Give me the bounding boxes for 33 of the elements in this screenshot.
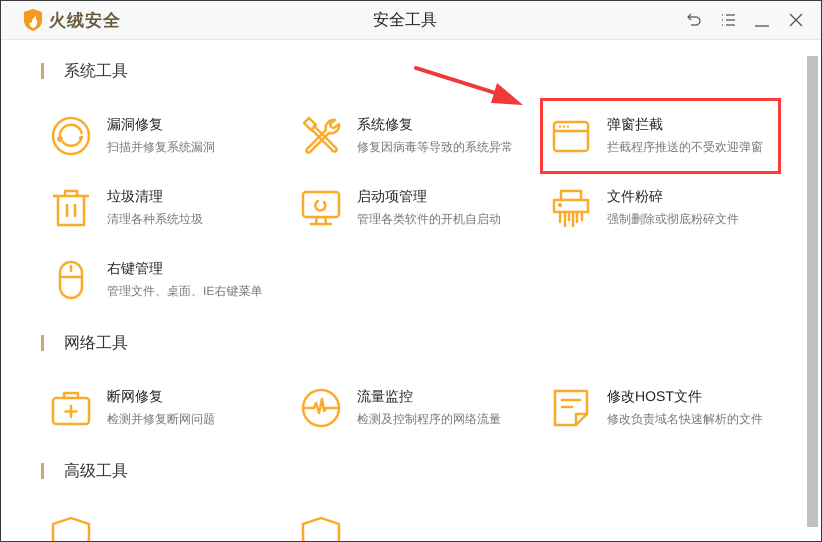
tool-description: 扫描并修复系统漏洞 (107, 139, 215, 156)
tool-description: 修改负责域名快速解析的文件 (607, 411, 763, 428)
section-title: 系统工具 (64, 62, 128, 82)
tool-name[interactable]: 漏洞修复 (107, 116, 215, 134)
tool-description: 管理各类软件的开机自启动 (357, 211, 501, 228)
shredder-icon (551, 188, 591, 228)
trash-icon (51, 188, 91, 228)
flame-shield-logo-icon (23, 9, 43, 31)
window-title: 安全工具 (372, 10, 438, 30)
tool-name[interactable]: 启动项管理 (357, 188, 501, 206)
tool-name[interactable]: 断网修复 (107, 388, 215, 406)
tool-description: 强制删除或彻底粉碎文件 (607, 211, 739, 228)
tool-name[interactable]: 右键管理 (107, 260, 262, 278)
tool-description: 检测并修复断网问题 (107, 411, 215, 428)
tool-name[interactable]: 垃圾清理 (107, 188, 203, 206)
tool-description: 修复因病毒等导致的系统异常 (357, 139, 513, 156)
tool-description: 管理文件、桌面、IE右键菜单 (107, 283, 262, 300)
circular-arrows-icon (51, 116, 91, 156)
tool-description: 检测及控制程序的网络流量 (357, 411, 501, 428)
pulse-circle-icon (301, 388, 341, 428)
tool-name[interactable]: 系统修复 (357, 116, 513, 134)
section-title: 高级工具 (64, 462, 128, 482)
tool-name[interactable]: 流量监控 (357, 388, 501, 406)
tools-icon (301, 116, 341, 156)
monitor-icon (301, 188, 341, 228)
document-icon (551, 388, 591, 428)
tool-description: 拦截程序推送的不受欢迎弹窗 (607, 139, 763, 156)
tool-name[interactable]: 修改HOST文件 (607, 388, 763, 406)
tool-name[interactable]: 文件粉碎 (607, 188, 739, 206)
section-title: 网络工具 (64, 334, 128, 354)
brand-name: 火绒安全 (49, 10, 121, 32)
tool-name[interactable]: 弹窗拦截 (607, 116, 763, 134)
tool-description: 清理各种系统垃圾 (107, 211, 203, 228)
